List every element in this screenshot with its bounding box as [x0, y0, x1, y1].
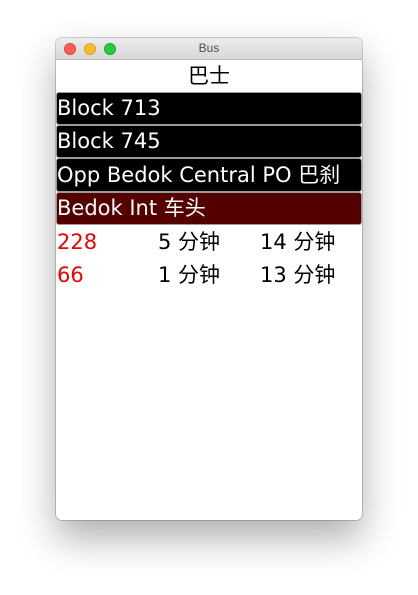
stop-item-bedok-int[interactable]: Bedok Int 车头	[57, 193, 361, 224]
next-arrival: 1 分钟	[158, 263, 221, 287]
stop-label: Block 713	[57, 96, 161, 120]
page-title: 巴士	[188, 64, 230, 88]
next-arrival: 5 分钟	[158, 230, 221, 254]
arrival-row: 66 1 分钟 13 分钟	[56, 259, 362, 292]
arrivals-list: 228 5 分钟 14 分钟 66 1 分钟 13 分钟	[56, 226, 362, 292]
title-bar[interactable]: Bus	[56, 38, 362, 60]
stop-item-opp-bedok-central-po[interactable]: Opp Bedok Central PO 巴刹	[57, 159, 361, 191]
service-number: 228	[57, 230, 98, 254]
stop-item-block-713[interactable]: Block 713	[57, 93, 361, 124]
subsequent-arrival: 13 分钟	[260, 263, 336, 287]
stop-label: Block 745	[57, 129, 161, 153]
subsequent-arrival: 14 分钟	[260, 230, 336, 254]
arrival-row: 228 5 分钟 14 分钟	[56, 226, 362, 259]
service-number: 66	[57, 263, 84, 287]
stop-label: Bedok Int 车头	[57, 196, 206, 220]
stop-item-block-745[interactable]: Block 745	[57, 126, 361, 157]
main-content: 巴士 Block 713 Block 745 Opp Bedok Central…	[56, 60, 362, 292]
stop-label: Opp Bedok Central PO 巴刹	[57, 163, 341, 187]
window-title: Bus	[198, 41, 220, 55]
app-window: Bus 巴士 Block 713 Block 745 Opp Bedok Cen…	[56, 38, 362, 520]
